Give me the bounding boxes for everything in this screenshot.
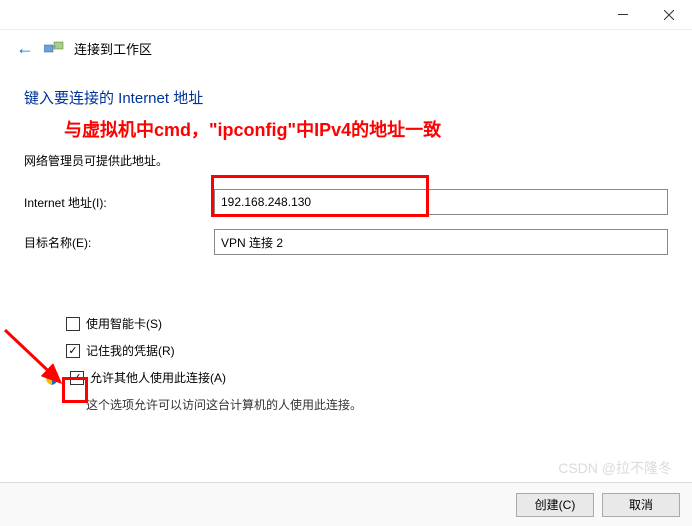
header: ← 连接到工作区 [0,30,692,67]
watermark: CSDN @拉不隆冬 [558,458,672,478]
minimize-icon [618,14,628,15]
allow-description: 这个选项允许可以访问这台计算机的人使用此连接。 [86,396,668,413]
allow-checkbox[interactable]: ✓ [70,371,84,385]
cancel-button[interactable]: 取消 [602,493,680,517]
remember-checkbox[interactable]: ✓ [66,344,80,358]
close-icon [664,10,674,20]
window-title: 连接到工作区 [74,39,152,58]
create-button[interactable]: 创建(C) [516,493,594,517]
annotation-text: 与虚拟机中cmd，"ipconfig"中IPv4的地址一致 [64,116,668,142]
minimize-button[interactable] [600,0,646,30]
smartcard-label: 使用智能卡(S) [86,315,162,332]
close-button[interactable] [646,0,692,30]
destname-input[interactable] [214,229,668,255]
back-arrow-icon[interactable]: ← [16,38,34,59]
address-row: Internet 地址(I): [24,189,668,215]
remember-label: 记住我的凭据(R) [86,342,175,359]
content-area: 键入要连接的 Internet 地址 与虚拟机中cmd，"ipconfig"中I… [0,67,692,413]
page-heading: 键入要连接的 Internet 地址 [24,87,668,108]
allow-option[interactable]: ✓ 允许其他人使用此连接(A) [66,369,668,386]
address-label: Internet 地址(I): [24,194,214,211]
titlebar [0,0,692,30]
destname-row: 目标名称(E): [24,229,668,255]
smartcard-option[interactable]: 使用智能卡(S) [66,315,668,332]
allow-label: 允许其他人使用此连接(A) [90,369,226,386]
footer: 创建(C) 取消 [0,482,692,526]
smartcard-checkbox[interactable] [66,317,80,331]
network-icon [44,41,64,57]
destname-label: 目标名称(E): [24,234,214,251]
remember-option[interactable]: ✓ 记住我的凭据(R) [66,342,668,359]
address-input[interactable] [214,189,668,215]
options-group: 使用智能卡(S) ✓ 记住我的凭据(R) ✓ 允许其他人使用此连接(A) 这个选… [66,315,668,413]
sub-text: 网络管理员可提供此地址。 [24,152,668,169]
shield-icon [44,370,60,386]
